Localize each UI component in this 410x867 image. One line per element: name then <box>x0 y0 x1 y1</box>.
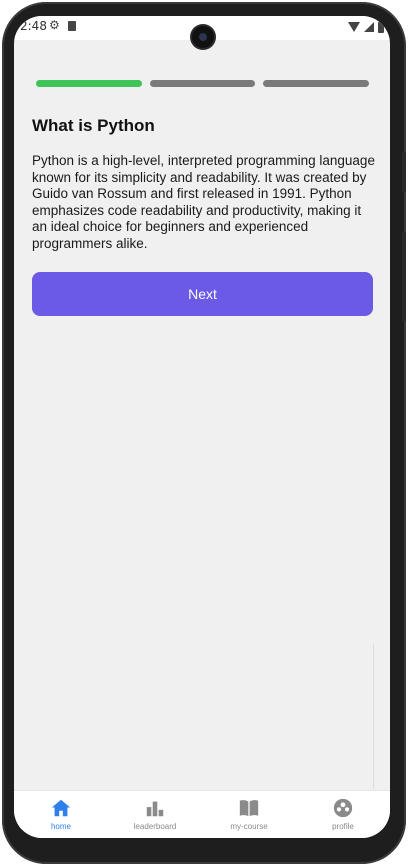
profile-icon <box>333 798 353 818</box>
nav-label-home: home <box>50 822 71 831</box>
app-screen: 2:48 ⚙ What is Python Python is a high-l… <box>14 16 390 838</box>
signal-icon <box>364 22 374 32</box>
progress-segment-2 <box>149 80 256 87</box>
nav-item-profile[interactable]: profile <box>296 791 390 838</box>
sd-card-icon <box>68 21 76 31</box>
leaderboard-icon <box>146 801 164 817</box>
lesson-title: What is Python <box>32 116 155 135</box>
nav-item-leaderboard[interactable]: leaderboard <box>108 791 202 838</box>
bottom-navigation: home leaderboard my-course profile <box>14 790 390 838</box>
status-icons <box>348 20 384 34</box>
volume-button <box>402 232 406 322</box>
nav-label-profile: profile <box>332 822 354 831</box>
nav-item-home[interactable]: home <box>14 791 108 838</box>
power-button <box>402 152 406 192</box>
nav-label-my-course: my-course <box>230 822 268 831</box>
progress-segment-1 <box>36 80 142 87</box>
lesson-body: Python is a high-level, interpreted prog… <box>32 153 375 251</box>
home-icon <box>51 799 71 817</box>
nav-item-my-course[interactable]: my-course <box>202 791 296 838</box>
lesson-progress <box>36 80 370 87</box>
progress-segment-3 <box>263 80 370 87</box>
battery-icon <box>378 21 384 33</box>
status-time: 2:48 <box>20 19 47 33</box>
settings-gear-icon: ⚙ <box>49 18 60 32</box>
wifi-icon <box>348 22 360 32</box>
nav-label-leaderboard: leaderboard <box>133 822 177 831</box>
scroll-indicator <box>373 644 374 789</box>
front-camera <box>192 26 214 48</box>
next-button[interactable]: Next <box>32 272 373 316</box>
book-icon <box>239 800 259 817</box>
